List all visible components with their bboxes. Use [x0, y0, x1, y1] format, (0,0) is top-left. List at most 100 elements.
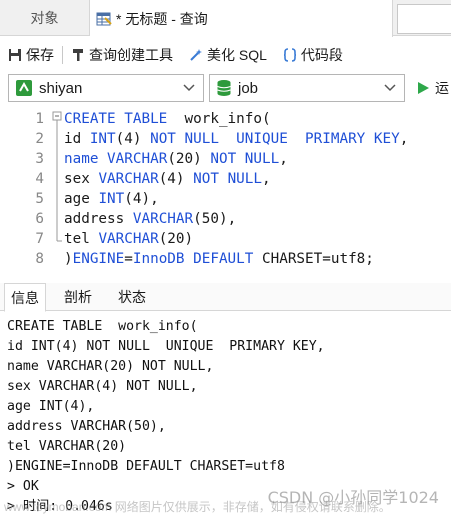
output-line: )ENGINE=InnoDB DEFAULT CHARSET=utf8 — [7, 459, 285, 474]
sql-keyword: InnoDB DEFAULT — [132, 251, 254, 267]
sql-token: id — [64, 131, 90, 147]
sql-editor[interactable]: 1 CREATE TABLE work_info(2 id INT(4) NOT N… — [0, 107, 451, 277]
sql-token: work_info( — [167, 111, 271, 127]
line-number: 7 — [35, 231, 44, 247]
csdn-watermark: CSDN @小孙同学1024 — [267, 488, 439, 507]
sql-keyword: NOT NULL — [193, 171, 263, 187]
chevron-down-icon — [183, 84, 195, 92]
line-number: 1 — [35, 111, 44, 127]
sql-keyword: VARCHAR — [98, 231, 159, 247]
tab-bar: 对象 * 无标题 - 查询 — [0, 0, 451, 37]
run-button[interactable]: 运 — [416, 74, 449, 102]
sql-keyword: NOT NULL UNIQUE PRIMARY KEY — [150, 131, 400, 147]
editor-line[interactable]: 1 CREATE TABLE work_info( — [0, 109, 451, 129]
sql-token: , — [279, 151, 288, 167]
code-text: age INT(4), — [64, 189, 159, 209]
tab-query[interactable]: * 无标题 - 查询 — [90, 0, 393, 37]
save-label: 保存 — [26, 47, 54, 63]
tab-query-label: * 无标题 - 查询 — [116, 10, 208, 27]
play-icon — [418, 82, 429, 94]
sql-token: (20) — [158, 231, 194, 247]
sql-token: = — [124, 251, 133, 267]
sql-keyword: CREATE TABLE — [64, 111, 168, 127]
database-value: job — [238, 79, 259, 97]
query-builder-button[interactable]: 查询创建工具 — [63, 37, 181, 73]
editor-line[interactable]: 8)ENGINE=InnoDB DEFAULT CHARSET=utf8; — [0, 249, 451, 269]
tab-search-box[interactable] — [397, 4, 451, 34]
braces-icon — [283, 48, 296, 62]
sql-token: ) — [64, 251, 73, 267]
editor-line[interactable]: 6 address VARCHAR(50), — [0, 209, 451, 229]
save-icon — [9, 49, 21, 61]
output-line: id INT(4) NOT NULL UNIQUE PRIMARY KEY, — [7, 339, 325, 354]
editor-line[interactable]: 4 sex VARCHAR(4) NOT NULL, — [0, 169, 451, 189]
sql-keyword: INT — [89, 131, 116, 147]
query-table-icon — [96, 11, 112, 27]
sql-token: tel — [64, 231, 99, 247]
code-text: )ENGINE=InnoDB DEFAULT CHARSET=utf8; — [64, 249, 374, 269]
sql-token: , — [399, 131, 409, 147]
tab-objects[interactable]: 对象 — [0, 0, 90, 36]
sql-keyword: VARCHAR — [132, 211, 194, 227]
output-line: tel VARCHAR(20) — [7, 439, 127, 454]
tab-profile[interactable]: 剖析 — [58, 283, 98, 311]
tab-status[interactable]: 状态 — [112, 283, 152, 311]
output-line: age INT(4), — [7, 399, 95, 414]
sql-token: (20) — [167, 151, 211, 167]
sql-keyword: INT — [98, 191, 125, 207]
editor-line[interactable]: 7 tel VARCHAR(20) — [0, 229, 451, 249]
editor-line[interactable]: 2 id INT(4) NOT NULL UNIQUE PRIMARY KEY, — [0, 129, 451, 149]
sql-keyword: NOT NULL — [210, 151, 280, 167]
chevron-down-icon — [384, 84, 396, 92]
code-snippet-button[interactable]: 代码段 — [275, 37, 351, 73]
code-text: address VARCHAR(50), — [64, 209, 236, 229]
connection-icon — [16, 80, 32, 96]
sql-keyword: VARCHAR — [107, 151, 168, 167]
sql-keyword: name — [64, 151, 108, 167]
connection-value: shiyan — [39, 79, 83, 97]
output-line: name VARCHAR(20) NOT NULL, — [7, 359, 214, 374]
sql-token: (4) — [158, 171, 194, 187]
sql-keyword: ENGINE — [72, 251, 125, 267]
beautify-sql-button[interactable]: 美化 SQL — [181, 37, 275, 73]
query-builder-label: 查询创建工具 — [89, 47, 173, 63]
line-number: 3 — [35, 151, 44, 167]
result-tabs: 信息 剖析 状态 — [0, 283, 451, 312]
output-line: address VARCHAR(50), — [7, 419, 166, 434]
sql-token: (4), — [124, 191, 159, 207]
sql-keyword: VARCHAR — [98, 171, 159, 187]
beautify-sql-label: 美化 SQL — [207, 47, 267, 63]
sql-token: address — [64, 211, 133, 227]
run-label: 运 — [435, 80, 449, 96]
sql-token: sex — [64, 171, 99, 187]
line-number: 5 — [35, 191, 44, 207]
database-select[interactable]: job — [209, 74, 405, 102]
toolbar: 保存 查询创建工具 美化 SQL 代码段 — [0, 37, 451, 73]
code-snippet-label: 代码段 — [300, 47, 343, 63]
tab-info[interactable]: 信息 — [4, 283, 46, 312]
code-text: tel VARCHAR(20) — [64, 229, 193, 249]
sql-token: age — [64, 191, 99, 207]
sql-token: (4) — [115, 131, 151, 147]
editor-line[interactable]: 5 age INT(4), — [0, 189, 451, 209]
line-number: 6 — [35, 211, 44, 227]
code-text: sex VARCHAR(4) NOT NULL, — [64, 169, 271, 189]
sql-token: CHARSET=utf8; — [253, 251, 374, 267]
database-icon — [217, 80, 231, 96]
code-text: CREATE TABLE work_info( — [64, 109, 271, 129]
sql-token: (50), — [193, 211, 237, 227]
output-line: CREATE TABLE work_info( — [7, 319, 198, 334]
connection-bar: shiyan job 运 — [0, 74, 451, 104]
hammer-icon — [73, 49, 83, 61]
magic-wand-icon — [190, 49, 202, 61]
line-number: 8 — [35, 251, 44, 267]
line-number: 4 — [35, 171, 44, 187]
code-text: name VARCHAR(20) NOT NULL, — [64, 149, 288, 169]
output-line: sex VARCHAR(4) NOT NULL, — [7, 379, 198, 394]
editor-line[interactable]: 3 name VARCHAR(20) NOT NULL, — [0, 149, 451, 169]
line-number: 2 — [35, 131, 44, 147]
sql-token: , — [262, 171, 271, 187]
save-button[interactable]: 保存 — [0, 37, 62, 73]
code-text: id INT(4) NOT NULL UNIQUE PRIMARY KEY, — [64, 129, 408, 149]
connection-select[interactable]: shiyan — [8, 74, 204, 102]
